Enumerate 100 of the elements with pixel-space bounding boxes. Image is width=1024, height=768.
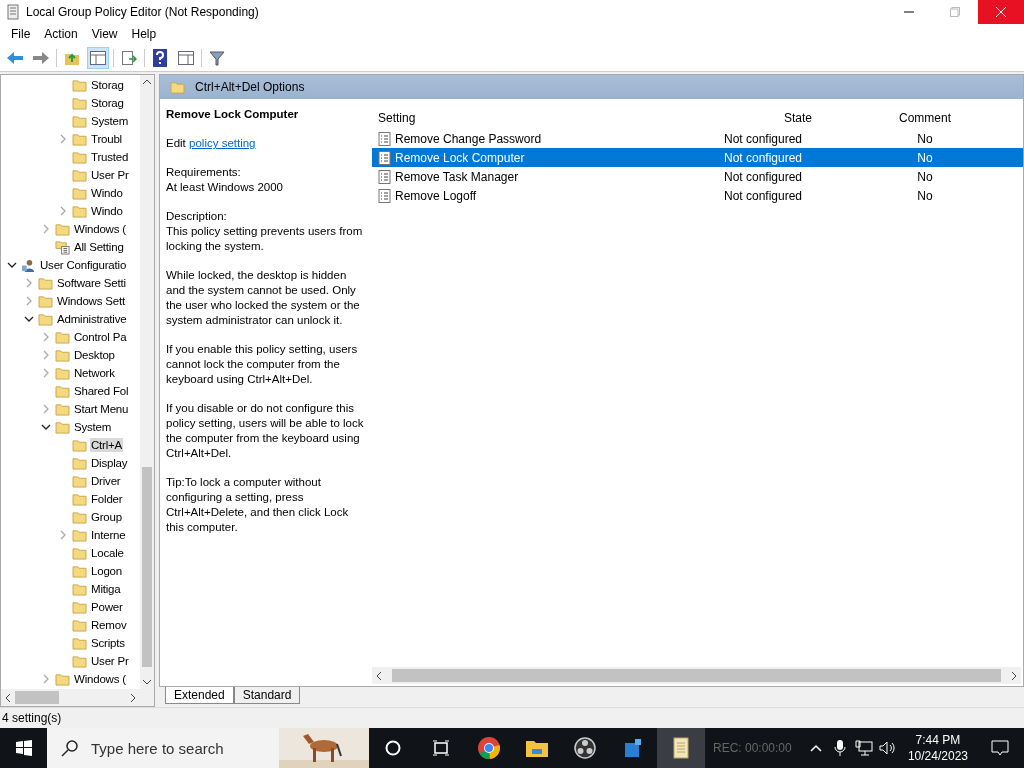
menu-item[interactable]: Help [124, 27, 164, 41]
description-paragraph: While locked, the desktop is hidden and the system cannot be used. Only the user who locked the system or the system administrator can unlock it. [166, 268, 361, 328]
app-icon [6, 4, 20, 20]
folder-icon [72, 582, 87, 596]
menu-item[interactable]: File [4, 27, 38, 41]
column-header[interactable]: State [724, 111, 872, 125]
folder-icon [55, 384, 70, 398]
description-paragraph: This policy setting prevents users from locking the system. [166, 224, 364, 254]
edit-policy-text: Edit policy setting [166, 136, 257, 151]
tree-item[interactable]: Ctrl+A [90, 438, 124, 452]
settings-list-icon [55, 239, 70, 255]
folder-icon [72, 96, 87, 110]
description-paragraph: If you enable this policy setting, users cannot lock the computer from the keyboard using Ctrl+Alt+Del. [166, 342, 359, 387]
setting-name: Remove Lock Computer [395, 150, 525, 165]
tree-item[interactable]: Logon [90, 564, 123, 578]
policy-icon [378, 188, 391, 203]
policy-setting-link[interactable]: policy setting [189, 137, 256, 149]
setting-row[interactable]: Remove Change Password Not configured No [372, 129, 1023, 148]
tree-item[interactable]: Software Setti [56, 276, 127, 290]
tree-item[interactable]: User Pr [90, 168, 130, 182]
state-cell-text: Not configured [724, 150, 804, 165]
folder-icon [72, 492, 87, 506]
vertical-scrollbar[interactable] [140, 75, 154, 689]
clock-date[interactable]: 10/24/2023 [907, 748, 968, 764]
scrollbar-thumb[interactable] [15, 691, 59, 704]
column-header[interactable]: Comment [872, 111, 978, 125]
tree-item[interactable]: Windows Sett [56, 294, 126, 308]
scroll-down-icon[interactable] [142, 679, 152, 685]
setting-row[interactable]: Remove Task Manager Not configured No [372, 167, 1023, 186]
description-paragraph: Tip:To lock a computer without configuring a setting, press Ctrl+Alt+Delete, and then click Lock this computer. [166, 475, 350, 535]
setting-row[interactable]: Remove Lock Computer Not configured No [372, 148, 1023, 167]
horizontal-scrollbar[interactable] [1, 689, 154, 706]
tree-item[interactable]: User Pr [90, 654, 130, 668]
collapse-chevron-icon[interactable] [41, 422, 51, 432]
search-field[interactable]: Type here to search [89, 738, 273, 758]
folder-icon [55, 420, 70, 434]
state-cell-text: Not configured [724, 188, 804, 203]
tree-item[interactable]: Mitiga [90, 582, 122, 596]
tree-item[interactable]: Administrative [56, 312, 128, 326]
folder-icon [72, 150, 87, 164]
window-title: Local Group Policy Editor (Not Responding) [26, 5, 259, 19]
scroll-left-icon[interactable] [376, 670, 382, 681]
pane-toggle-button[interactable] [87, 46, 109, 69]
scroll-app-icon[interactable] [657, 728, 705, 768]
tree-item[interactable]: Group [90, 510, 123, 524]
tree-item[interactable]: System [90, 114, 130, 128]
tree-item[interactable]: Folder [90, 492, 124, 506]
tree-item[interactable]: Network [73, 366, 116, 380]
column-header[interactable]: Setting [372, 111, 724, 125]
tree-item[interactable]: User Configuratio [39, 258, 128, 272]
folder-icon [55, 672, 70, 686]
clock-time[interactable]: 7:44 PM [915, 732, 961, 748]
policy-icon [378, 150, 391, 165]
folder-icon [72, 600, 87, 614]
tree-item[interactable]: Power [90, 600, 124, 614]
folder-icon [72, 618, 87, 632]
tree-item[interactable]: Start Menu [73, 402, 130, 416]
comment-cell-text: No [916, 131, 934, 146]
tree-item[interactable]: System [73, 420, 113, 434]
menu-item[interactable]: Action [37, 27, 85, 41]
tree-item[interactable]: Windo [90, 186, 124, 200]
tree-item[interactable]: Windo [90, 204, 124, 218]
filter-icon [209, 49, 225, 66]
menu-item[interactable]: View [84, 27, 125, 41]
scroll-right-icon[interactable] [1011, 670, 1017, 681]
comment-cell-text: No [916, 169, 934, 184]
description-label: Description: [166, 209, 228, 224]
scroll-left-icon[interactable] [5, 692, 11, 703]
tree-item[interactable]: Scripts [90, 636, 126, 650]
tree-item[interactable]: Windows ( [73, 672, 127, 686]
setting-row[interactable]: Remove Logoff Not configured No [372, 186, 1023, 205]
tree-item[interactable]: Desktop [73, 348, 116, 362]
comment-cell-text: No [916, 188, 934, 203]
scrollbar-thumb[interactable] [392, 669, 1001, 682]
scrollbar-thumb[interactable] [142, 467, 152, 667]
scroll-right-icon[interactable] [130, 692, 136, 703]
tree-item[interactable]: All Setting [73, 240, 125, 254]
tree-item[interactable]: Display [90, 456, 129, 470]
tree-item[interactable]: Control Pa [73, 330, 128, 344]
collapse-chevron-icon[interactable] [24, 314, 34, 324]
tree-item[interactable]: Interne [90, 528, 127, 542]
tree-item[interactable]: Storag [90, 96, 125, 110]
horizontal-scrollbar[interactable] [372, 667, 1021, 684]
tree-item[interactable]: Driver [90, 474, 122, 488]
collapse-chevron-icon[interactable] [7, 260, 17, 270]
tree-item[interactable]: Storag [90, 78, 125, 92]
tree-item[interactable]: Trusted [90, 150, 130, 164]
view-tab[interactable]: Extended [165, 687, 234, 704]
tree-item[interactable]: Locale [90, 546, 125, 560]
tree-item[interactable]: Troubl [90, 132, 123, 146]
scroll-up-icon[interactable] [142, 79, 152, 85]
tree-item[interactable]: Windows ( [73, 222, 127, 236]
folder-icon [38, 312, 53, 326]
search-bar[interactable]: Type here to search [47, 728, 369, 768]
folder-icon [72, 510, 87, 524]
tree-item[interactable]: Shared Fol [73, 384, 130, 398]
tree-item[interactable]: Remov [90, 618, 128, 632]
user-icon [21, 257, 36, 273]
view-tab[interactable]: Standard [233, 687, 301, 704]
folder-icon [55, 366, 70, 380]
